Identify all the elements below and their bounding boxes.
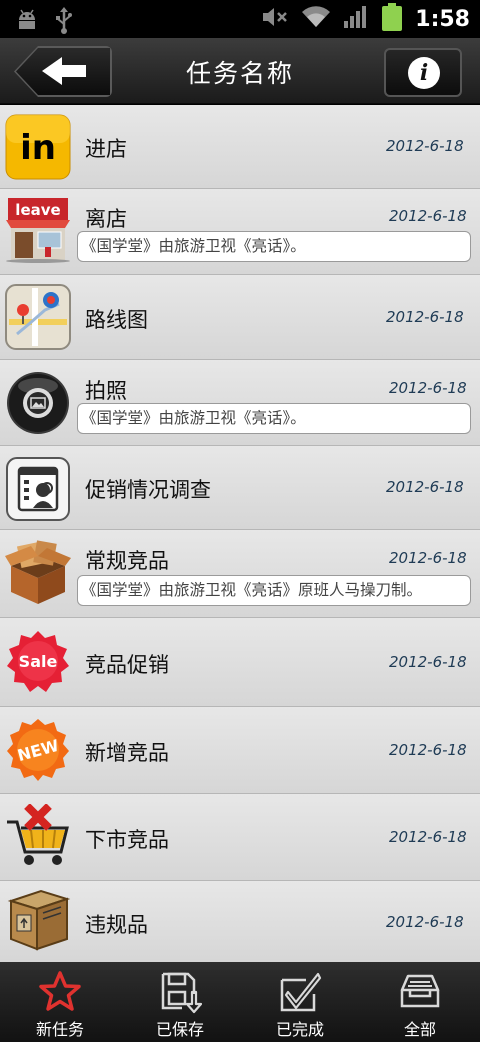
sale-badge-icon: Sale [5,629,71,695]
task-date: 2012-6-18 [389,828,467,846]
task-row-store-in[interactable]: in 进店 2012-6-18 [0,105,480,189]
task-name: 进店 [85,137,127,161]
camera-icon [5,370,71,436]
wifi-icon [301,5,331,33]
save-icon [161,972,202,1014]
tab-label: 新任务 [35,1020,84,1039]
tab-label: 全部 [403,1020,436,1039]
task-date: 2012-6-18 [389,207,467,225]
task-list: in 进店 2012-6-18 leave 离店 2012-6-18 《国学堂》… [0,105,480,962]
task-date: 2012-6-18 [386,478,464,496]
task-date: 2012-6-18 [386,308,464,326]
inbox-tray-icon [400,974,440,1008]
task-name: 下市竞品 [85,828,169,852]
task-date: 2012-6-18 [389,379,467,397]
map-route-icon [5,284,71,350]
task-date: 2012-6-18 [389,549,467,567]
status-bar: 1:58 [0,0,480,38]
info-button[interactable]: i [384,48,462,97]
task-name: 新增竞品 [85,741,169,765]
task-row-violation[interactable]: 违规品 2012-6-18 [0,881,480,962]
bottom-tab-bar: 新任务 已保存 已完成 全部 [0,962,480,1042]
task-name: 路线图 [85,308,148,332]
tab-new-tasks[interactable]: 新任务 [0,962,120,1042]
tab-label: 已完成 [275,1020,324,1039]
task-name: 拍照 [85,379,127,403]
task-row-store-leave[interactable]: leave 离店 2012-6-18 《国学堂》由旅游卫视《亮话》。 [0,189,480,275]
task-date: 2012-6-18 [386,137,464,155]
star-icon [39,971,81,1011]
task-name: 常规竞品 [85,549,169,573]
task-row-route-map[interactable]: 路线图 2012-6-18 [0,275,480,360]
new-badge-icon: NEW [5,717,71,783]
task-note: 《国学堂》由旅游卫视《亮话》。 [77,403,471,434]
task-row-regular-competitor[interactable]: 常规竞品 2012-6-18 《国学堂》由旅游卫视《亮话》原班人马操刀制。 [0,530,480,618]
task-row-photo[interactable]: 拍照 2012-6-18 《国学堂》由旅游卫视《亮话》。 [0,360,480,446]
task-date: 2012-6-18 [386,913,464,931]
task-name: 促销情况调查 [85,478,211,502]
task-note: 《国学堂》由旅游卫视《亮话》原班人马操刀制。 [77,575,471,606]
store-in-text: in [20,128,56,168]
usb-icon [54,6,74,38]
task-name: 违规品 [85,913,148,937]
box-icon [5,540,71,606]
crate-icon [5,887,71,953]
task-note: 《国学堂》由旅游卫视《亮话》。 [77,231,471,262]
tab-label: 已保存 [155,1020,204,1039]
tab-saved[interactable]: 已保存 [120,962,240,1042]
task-row-competitor-promo[interactable]: Sale 竞品促销 2012-6-18 [0,618,480,707]
task-date: 2012-6-18 [389,741,467,759]
battery-icon [381,2,403,36]
mute-icon [261,5,289,33]
survey-icon [5,456,71,522]
task-row-promo-survey[interactable]: 促销情况调查 2012-6-18 [0,446,480,530]
task-row-discontinued[interactable]: 下市竞品 2012-6-18 [0,794,480,881]
store-leave-text: leave [15,201,60,219]
tab-completed[interactable]: 已完成 [240,962,360,1042]
tab-all[interactable]: 全部 [360,962,480,1042]
task-name: 离店 [85,207,127,231]
store-in-icon: in [5,114,71,180]
task-name: 竞品促销 [85,653,169,677]
task-row-new-competitor[interactable]: NEW 新增竞品 2012-6-18 [0,707,480,794]
info-icon: i [408,57,440,89]
sale-badge-text: Sale [19,652,58,671]
task-date: 2012-6-18 [389,653,467,671]
title-bar: 任务名称 i [0,38,480,104]
signal-icon [343,5,369,33]
android-debug-icon [14,6,40,38]
cart-remove-icon [5,803,71,870]
store-leave-icon: leave [5,197,71,263]
done-check-icon [280,972,322,1012]
clock: 1:58 [415,6,470,32]
